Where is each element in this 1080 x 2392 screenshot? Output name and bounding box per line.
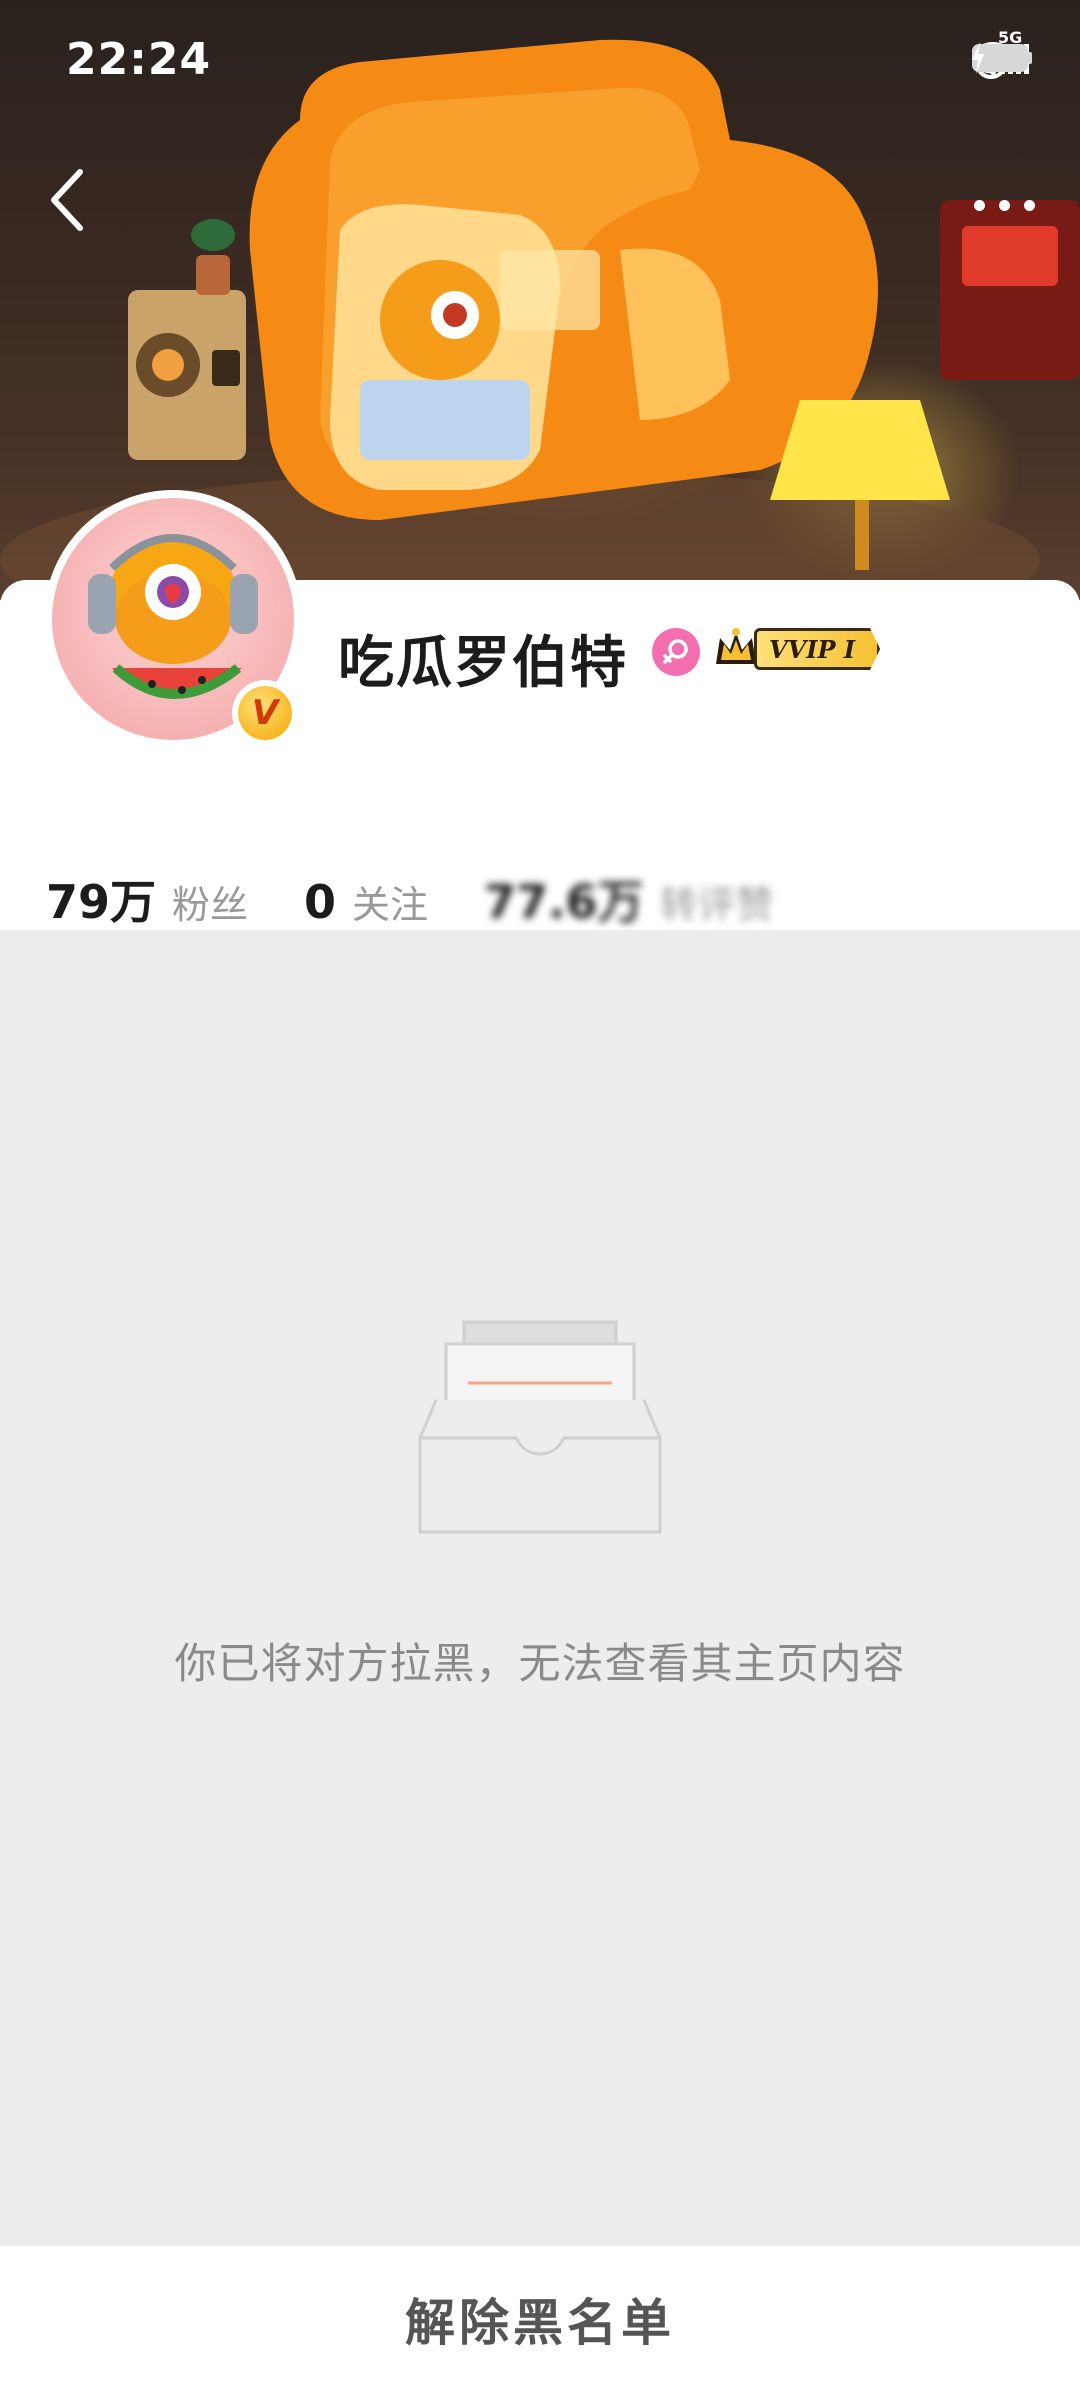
vip-badge[interactable]: VVIP I [712, 624, 881, 674]
vip-label: VVIP I [754, 628, 881, 670]
crown-icon [716, 628, 756, 664]
following-count[interactable]: 0 [304, 875, 336, 929]
status-time: 22:24 [66, 34, 212, 85]
followers-count[interactable]: 79万 [46, 866, 156, 932]
bottom-bar: 解除黑名单 [0, 2246, 1080, 2392]
v-verified-icon: V [238, 686, 292, 740]
verified-badge: V [232, 680, 298, 746]
back-button[interactable] [36, 160, 106, 240]
chevron-left-icon [51, 169, 83, 231]
more-button[interactable] [964, 180, 1044, 230]
more-dots-icon [973, 199, 985, 211]
likes-label: 转评赞 [659, 883, 774, 927]
unblock-button[interactable]: 解除黑名单 [405, 2283, 675, 2355]
likes-count: 77.6万 [484, 875, 644, 929]
profile-stats: 79万 粉丝 0 关注 77.6万 转评赞 [46, 866, 830, 929]
username: 吃瓜罗伯特 [338, 631, 628, 696]
following-label[interactable]: 关注 [352, 874, 428, 929]
followers-label[interactable]: 粉丝 [172, 874, 248, 929]
blocked-message: 你已将对方拉黑，无法查看其主页内容 [174, 1639, 906, 1688]
empty-inbox-icon [418, 1320, 662, 1534]
female-icon [652, 628, 700, 676]
more-dot [1023, 199, 1035, 211]
more-dot [998, 199, 1010, 211]
